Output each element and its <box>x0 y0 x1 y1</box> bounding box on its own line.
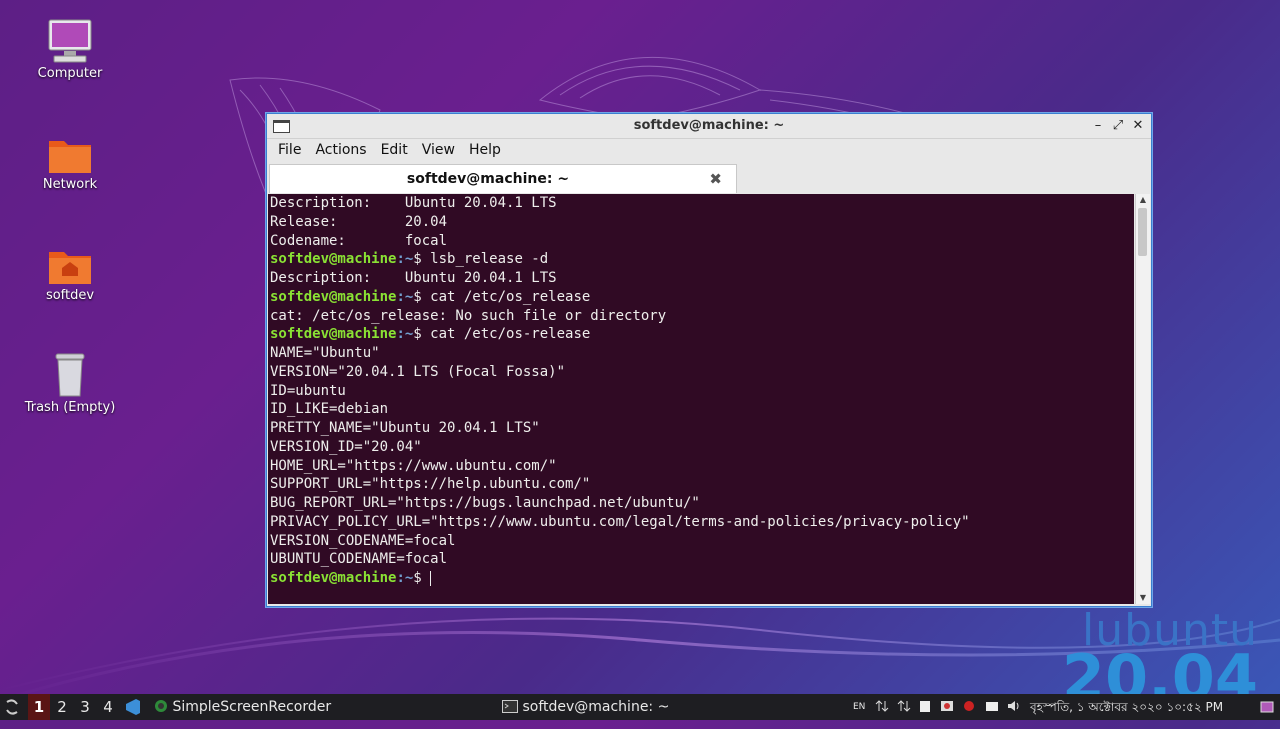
battery-icon[interactable] <box>985 699 999 713</box>
terminal-command-line: softdev@machine:~$ cat /etc/os-release <box>268 325 1134 344</box>
terminal-output-line: VERSION="20.04.1 LTS (Focal Fossa)" <box>270 363 566 380</box>
menu-actions[interactable]: Actions <box>308 139 373 163</box>
terminal-icon <box>502 700 518 713</box>
command-text: cat /etc/os_release <box>430 288 591 305</box>
prompt-path: :~ <box>396 570 414 586</box>
workspace-2[interactable]: 2 <box>51 694 73 720</box>
terminal-output-line: PRETTY_NAME="Ubuntu 20.04.1 LTS" <box>270 420 540 436</box>
terminal-output-line: ID=ubuntu <box>270 382 346 399</box>
home-folder-icon <box>49 252 91 284</box>
screenshot-icon[interactable] <box>940 699 954 713</box>
terminal-output-line: ID_LIKE=debian <box>270 401 389 418</box>
prompt-path: :~ <box>396 288 414 305</box>
terminal-command-line: softdev@machine:~$ lsb_release -d <box>268 250 1134 269</box>
tab-close-icon[interactable]: ✖ <box>709 170 722 188</box>
taskbar: 1 2 3 4 SimpleScreenRecorder softdev@mac… <box>0 694 1280 720</box>
taskbar-app-label: softdev@machine: ~ <box>522 699 670 715</box>
terminal-output-line: HOME_URL="https://www.ubuntu.com/" <box>270 457 557 474</box>
taskbar-app-terminal[interactable]: softdev@machine: ~ <box>502 694 669 720</box>
desktop-icon-label: Trash (Empty) <box>24 400 116 415</box>
maximize-button[interactable]: ⤢ <box>1109 117 1127 135</box>
command-text: cat /etc/os-release <box>430 326 591 343</box>
terminal-output-line: cat: /etc/os_release: No such file or di… <box>270 307 667 324</box>
terminal-output[interactable]: Description: Ubuntu 20.04.1 LTS Release: … <box>268 194 1134 604</box>
scrollbar-thumb[interactable] <box>1138 208 1147 256</box>
keyboard-layout-indicator[interactable]: EN <box>853 694 865 720</box>
menu-file[interactable]: File <box>271 139 308 163</box>
window-titlebar[interactable]: softdev@machine: ~ – ⤢ ✕ <box>267 114 1151 139</box>
desktop-icon-label: Network <box>42 177 98 192</box>
desktop-icon-trash[interactable]: Trash (Empty) <box>15 352 125 415</box>
terminal-output-line: UBUNTU_CODENAME=focal <box>270 551 448 568</box>
prompt-symbol: $ <box>413 570 431 586</box>
prompt-symbol: $ <box>413 326 431 343</box>
command-text: lsb_release -d <box>430 251 549 268</box>
terminal-scrollbar[interactable]: ▲ ▼ <box>1135 194 1150 604</box>
desktop-icon-label: softdev <box>45 288 95 303</box>
distro-branding: lubuntu 20.04 <box>1062 605 1258 709</box>
close-button[interactable]: ✕ <box>1129 117 1147 135</box>
prompt-user: softdev@machine <box>270 326 397 343</box>
scroll-up-arrow-icon[interactable]: ▲ <box>1136 194 1150 206</box>
terminal-window[interactable]: softdev@machine: ~ – ⤢ ✕ File Actions Ed… <box>266 113 1152 607</box>
desktop-icon-network[interactable]: Network <box>15 135 125 192</box>
window-title: softdev@machine: ~ <box>633 118 785 133</box>
menu-edit[interactable]: Edit <box>374 139 415 163</box>
workspace-3[interactable]: 3 <box>74 694 96 720</box>
prompt-symbol: $ <box>413 288 431 305</box>
desktop-icon-computer[interactable]: Computer <box>15 18 125 81</box>
prompt-user: softdev@machine <box>270 288 397 305</box>
trash-icon <box>55 353 85 397</box>
terminal-output-line: Release: 20.04 <box>270 213 448 230</box>
clipboard-icon[interactable] <box>918 699 932 713</box>
terminal-output-line: Codename: focal <box>270 232 448 249</box>
menu-bar: File Actions Edit View Help <box>267 139 1151 163</box>
scroll-down-arrow-icon[interactable]: ▼ <box>1136 592 1150 604</box>
vscode-launcher-icon[interactable] <box>124 694 142 720</box>
computer-icon <box>48 19 92 63</box>
show-desktop-icon[interactable] <box>1260 700 1274 714</box>
prompt-user: softdev@machine <box>270 251 397 268</box>
terminal-output-line: Description: Ubuntu 20.04.1 LTS <box>270 195 557 211</box>
screen-recorder-icon <box>155 700 167 712</box>
record-indicator-icon[interactable] <box>962 699 976 713</box>
workspace-1[interactable]: 1 <box>28 694 50 720</box>
prompt-user: softdev@machine <box>270 570 397 586</box>
clock[interactable]: বৃহস্পতি, ১ অক্টোবর ২০২০ ১০:৫২ PM <box>1030 694 1223 720</box>
workspace-4[interactable]: 4 <box>97 694 119 720</box>
minimize-button[interactable]: – <box>1089 117 1107 135</box>
updates-icon[interactable] <box>897 699 911 713</box>
terminal-output-line: BUG_REPORT_URL="https://bugs.launchpad.n… <box>270 495 700 511</box>
main-menu-icon[interactable] <box>4 694 20 720</box>
taskbar-app-screenrecorder[interactable]: SimpleScreenRecorder <box>154 694 331 720</box>
menu-help[interactable]: Help <box>462 139 508 163</box>
network-folder-icon <box>49 141 91 173</box>
prompt-path: :~ <box>396 251 414 268</box>
text-cursor <box>430 570 432 586</box>
terminal-command-line: softdev@machine:~$ <box>268 569 1134 588</box>
taskbar-app-label: SimpleScreenRecorder <box>172 699 332 715</box>
prompt-path: :~ <box>396 326 414 343</box>
menu-view[interactable]: View <box>415 139 462 163</box>
network-transfer-icon[interactable] <box>875 699 889 713</box>
desktop-icon-label: Computer <box>37 66 103 81</box>
terminal-output-line: PRIVACY_POLICY_URL="https://www.ubuntu.c… <box>270 513 970 530</box>
terminal-output-line: Description: Ubuntu 20.04.1 LTS <box>270 270 557 286</box>
terminal-output-line: VERSION_ID="20.04" <box>270 438 422 455</box>
terminal-tab[interactable]: softdev@machine: ~ ✖ <box>269 164 737 193</box>
tab-bar: softdev@machine: ~ ✖ <box>267 163 1151 193</box>
volume-icon[interactable] <box>1007 699 1021 713</box>
terminal-output-line: SUPPORT_URL="https://help.ubuntu.com/" <box>270 476 591 493</box>
tab-label: softdev@machine: ~ <box>406 171 570 187</box>
terminal-output-line: NAME="Ubuntu" <box>270 345 380 361</box>
prompt-symbol: $ <box>413 251 431 268</box>
desktop-icon-home[interactable]: softdev <box>15 246 125 303</box>
terminal-output-line: VERSION_CODENAME=focal <box>270 532 456 549</box>
terminal-command-line: softdev@machine:~$ cat /etc/os_release <box>268 288 1134 307</box>
